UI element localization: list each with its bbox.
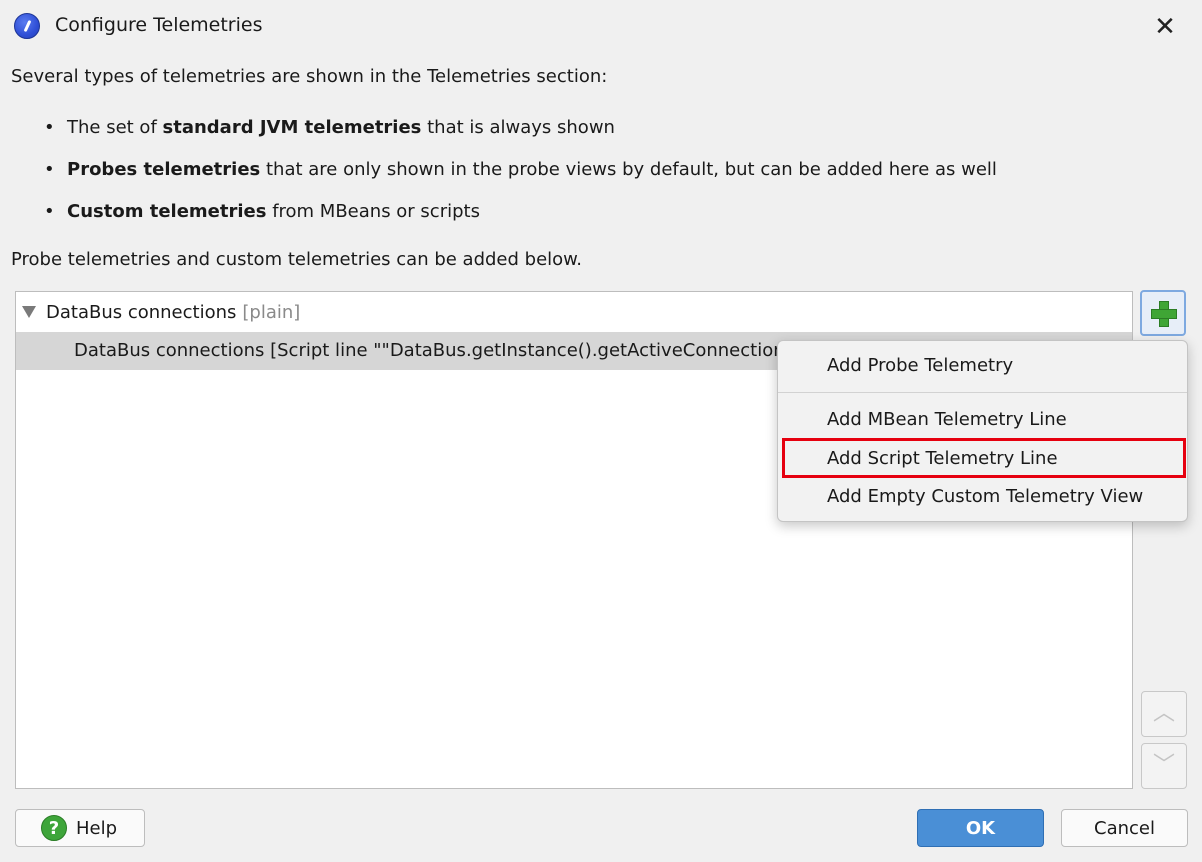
cancel-button[interactable]: Cancel — [1061, 809, 1188, 847]
tree-child-label: DataBus connections [Script line ""DataB… — [74, 340, 832, 361]
ok-button[interactable]: OK — [917, 809, 1044, 847]
help-button-label: Help — [76, 817, 118, 839]
help-button[interactable]: ? Help — [15, 809, 145, 847]
add-telemetry-menu: Add Probe Telemetry Add MBean Telemetry … — [777, 340, 1188, 522]
tree-group-tag: [plain] — [242, 302, 301, 323]
telemetry-types-list: The set of standard JVM telemetries that… — [44, 114, 997, 240]
chevron-up-icon: ︿ — [1152, 701, 1175, 726]
app-icon — [14, 13, 40, 39]
help-icon: ? — [41, 815, 67, 841]
menu-item-add-mbean-telemetry-line[interactable]: Add MBean Telemetry Line — [778, 402, 1187, 438]
tree-group-row[interactable]: DataBus connections [plain] — [16, 294, 1132, 332]
expand-triangle-icon[interactable] — [22, 306, 36, 318]
window-title: Configure Telemetries — [55, 14, 263, 36]
title-bar: Configure Telemetries ✕ — [0, 0, 1202, 52]
menu-item-add-empty-custom-telemetry-view[interactable]: Add Empty Custom Telemetry View — [778, 479, 1187, 515]
move-up-button[interactable]: ︿ — [1141, 691, 1187, 737]
menu-item-add-probe-telemetry[interactable]: Add Probe Telemetry — [778, 348, 1187, 384]
list-item: The set of standard JVM telemetries that… — [44, 114, 997, 156]
move-down-button[interactable]: ﹀ — [1141, 743, 1187, 789]
plus-icon — [1151, 301, 1177, 327]
menu-separator — [778, 392, 1187, 393]
chevron-down-icon: ﹀ — [1152, 753, 1175, 778]
intro-text: Several types of telemetries are shown i… — [11, 66, 608, 87]
close-icon: ✕ — [1154, 12, 1176, 42]
list-item: Probes telemetries that are only shown i… — [44, 156, 997, 198]
list-item: Custom telemetries from MBeans or script… — [44, 198, 997, 240]
close-button[interactable]: ✕ — [1148, 10, 1182, 44]
add-hint-text: Probe telemetries and custom telemetries… — [11, 249, 582, 270]
menu-item-add-script-telemetry-line[interactable]: Add Script Telemetry Line — [778, 441, 1187, 477]
tree-group-label: DataBus connections — [46, 302, 237, 323]
add-telemetry-button[interactable] — [1140, 290, 1186, 336]
